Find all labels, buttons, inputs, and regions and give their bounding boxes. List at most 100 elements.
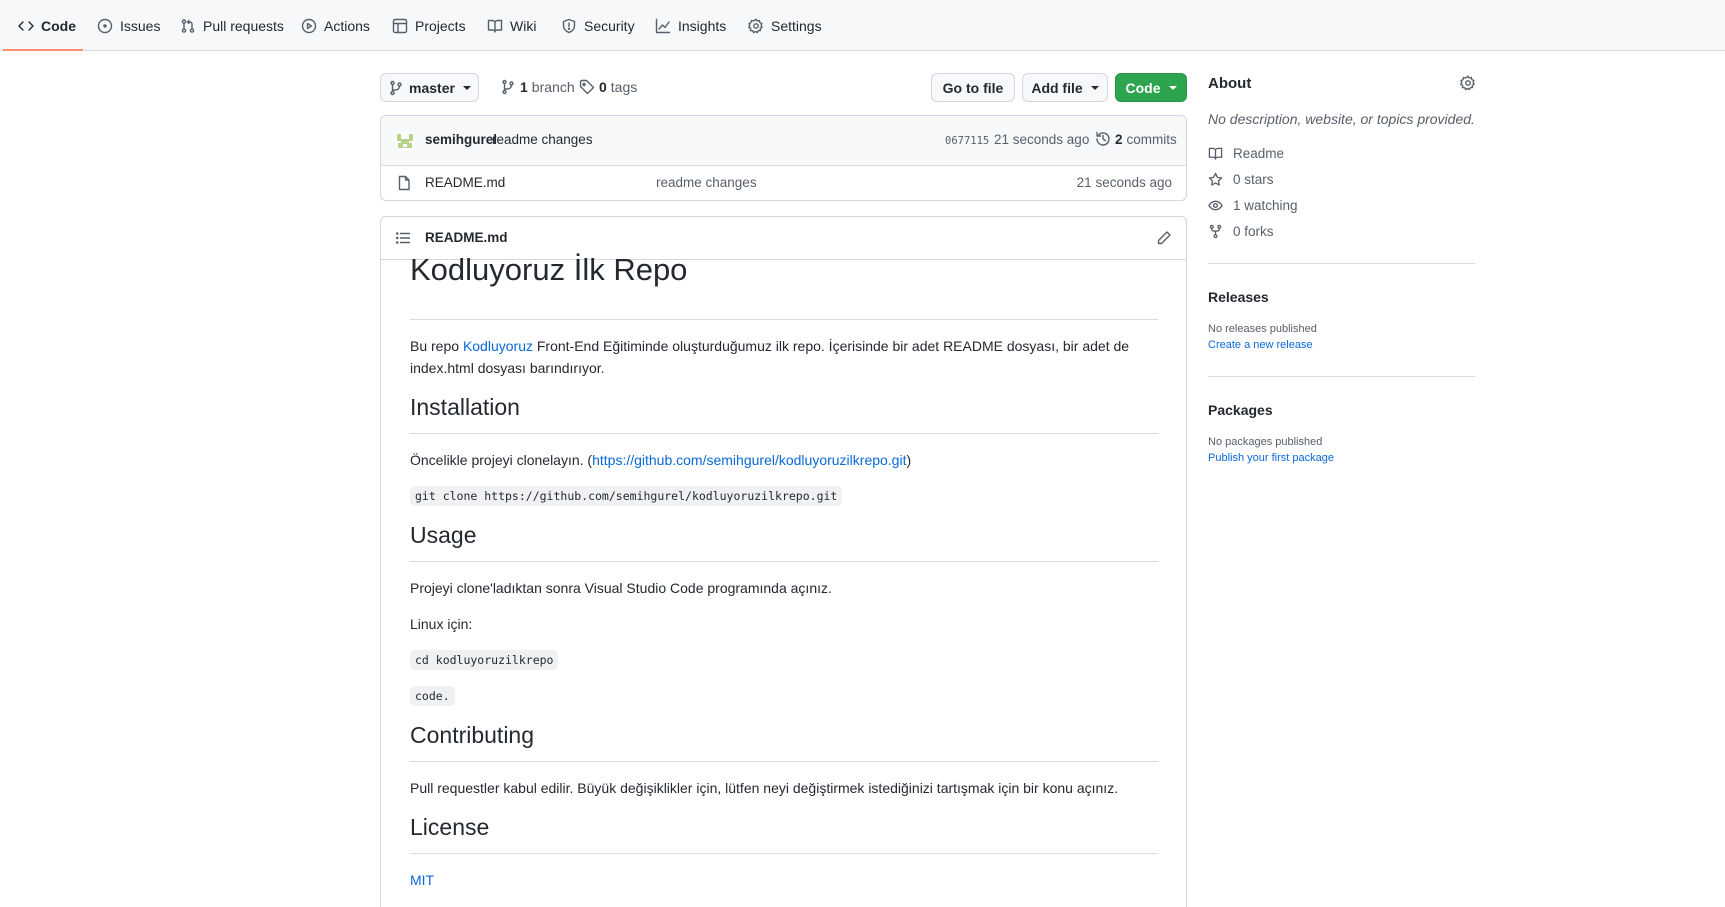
stars-link[interactable]: 0 stars bbox=[1208, 172, 1274, 187]
usage-linux-text: Linux için: bbox=[410, 616, 473, 632]
git-branch-icon bbox=[502, 79, 514, 95]
installation-text-before: Öncelikle projeyi clonelayın. ( bbox=[410, 452, 593, 468]
tab-code[interactable]: Code bbox=[10, 0, 84, 51]
file-commit-message[interactable]: readme changes bbox=[656, 175, 757, 190]
watchers-link[interactable]: 1 watching bbox=[1208, 198, 1298, 213]
tab-pull-requests[interactable]: Pull requests bbox=[172, 0, 292, 51]
forks-label: 0 forks bbox=[1233, 224, 1274, 239]
installation-text: Öncelikle projeyi clonelayın. (https://g… bbox=[410, 449, 1158, 471]
no-releases-text: No releases published bbox=[1208, 323, 1317, 335]
file-navigation-box: semihgurel readme changes 0677115 21 sec… bbox=[380, 115, 1187, 201]
identicon-icon bbox=[395, 131, 415, 151]
go-to-file-label: Go to file bbox=[942, 79, 1004, 96]
file-time: 21 seconds ago bbox=[1076, 175, 1172, 190]
file-name[interactable]: README.md bbox=[425, 175, 505, 190]
graph-icon bbox=[655, 18, 671, 33]
kodluyoruz-link[interactable]: Kodluyoruz bbox=[463, 338, 533, 354]
tab-actions[interactable]: Actions bbox=[293, 0, 378, 51]
tab-projects[interactable]: Projects bbox=[384, 0, 474, 51]
packages-heading[interactable]: Packages bbox=[1208, 402, 1273, 418]
git-branch-icon bbox=[390, 80, 402, 95]
eye-icon bbox=[1208, 200, 1223, 211]
commit-sha[interactable]: 0677115 bbox=[945, 135, 989, 147]
file-icon bbox=[398, 175, 410, 191]
book-icon bbox=[487, 19, 503, 33]
intro-text: Front-End Eğitiminde oluşturduğumuz ilk … bbox=[532, 338, 1130, 354]
license-link[interactable]: MIT bbox=[410, 869, 1158, 891]
tab-label: Wiki bbox=[510, 17, 537, 34]
contributing-heading: Contributing bbox=[410, 722, 535, 748]
commits-link[interactable]: 2 commits bbox=[1095, 131, 1177, 147]
usage-code-open: code. bbox=[410, 686, 455, 706]
commit-count: 2 bbox=[1115, 131, 1123, 147]
issue-opened-icon bbox=[97, 18, 113, 33]
caret-down-icon bbox=[462, 85, 471, 90]
readme-box: README.md Kodluyoruz İlk Repo Bu repo Ko… bbox=[380, 216, 1187, 907]
tab-label: Code bbox=[41, 17, 76, 34]
intro-text: index.html dosyası barındırıyor. bbox=[410, 360, 605, 376]
usage-code-cd: cd kodluyoruzilkrepo bbox=[410, 650, 559, 670]
history-icon bbox=[1096, 131, 1110, 146]
usage-heading: Usage bbox=[410, 522, 477, 548]
branches-link[interactable]: 1 branch bbox=[500, 79, 575, 95]
intro-text: Bu repo bbox=[410, 338, 463, 354]
readme-link-label: Readme bbox=[1233, 146, 1285, 161]
branch-select-button[interactable]: master bbox=[380, 73, 479, 102]
forks-link[interactable]: 0 forks bbox=[1208, 224, 1274, 239]
tab-wiki[interactable]: Wiki bbox=[479, 0, 544, 51]
avatar[interactable] bbox=[395, 131, 415, 151]
sidebar-divider bbox=[1208, 376, 1475, 377]
installation-code: git clone https://github.com/semihgurel/… bbox=[410, 486, 843, 506]
add-file-label: Add file bbox=[1031, 79, 1083, 96]
shield-icon bbox=[562, 18, 576, 33]
list-unordered-icon[interactable] bbox=[395, 230, 411, 246]
star-icon bbox=[1208, 172, 1223, 186]
tab-settings[interactable]: Settings bbox=[740, 0, 830, 51]
about-heading: About bbox=[1208, 75, 1252, 92]
repo-nav: Code Issues Pull requests Actions Projec… bbox=[0, 0, 1725, 51]
readme-filename[interactable]: README.md bbox=[425, 230, 508, 245]
code-button[interactable]: Code bbox=[1115, 73, 1187, 102]
heading-divider bbox=[410, 853, 1158, 854]
gear-icon[interactable] bbox=[1460, 75, 1476, 91]
tab-issues[interactable]: Issues bbox=[89, 0, 168, 51]
usage-text: Projeyi clone'ladıktan sonra Visual Stud… bbox=[410, 580, 832, 596]
code-icon bbox=[18, 20, 34, 31]
installation-heading: Installation bbox=[410, 394, 520, 420]
tag-label: tags bbox=[610, 79, 638, 95]
tab-label: Security bbox=[584, 17, 635, 34]
create-release-link[interactable]: Create a new release bbox=[1208, 339, 1313, 351]
tab-insights[interactable]: Insights bbox=[647, 0, 734, 51]
repo-url-link[interactable]: https://github.com/semihgurel/kodluyoruz… bbox=[592, 452, 906, 468]
git-pull-request-icon bbox=[181, 18, 195, 33]
heading-divider bbox=[410, 319, 1158, 320]
commit-label: commits bbox=[1126, 131, 1177, 147]
commit-message[interactable]: readme changes bbox=[492, 132, 593, 147]
watching-label: 1 watching bbox=[1233, 198, 1298, 213]
tab-security[interactable]: Security bbox=[553, 0, 643, 51]
book-icon bbox=[1208, 147, 1223, 160]
branch-count: 1 bbox=[520, 79, 528, 95]
tab-label: Issues bbox=[120, 17, 161, 34]
releases-heading[interactable]: Releases bbox=[1208, 289, 1269, 305]
commit-author[interactable]: semihgurel bbox=[425, 132, 497, 147]
repo-forked-icon bbox=[1209, 224, 1222, 239]
about-description: No description, website, or topics provi… bbox=[1208, 111, 1475, 127]
table-icon bbox=[392, 18, 408, 33]
readme-link[interactable]: Readme bbox=[1208, 146, 1284, 161]
latest-commit-bar: semihgurel readme changes 0677115 21 sec… bbox=[381, 116, 1186, 166]
caret-down-icon bbox=[1090, 85, 1099, 90]
tags-link[interactable]: 0 tags bbox=[579, 79, 637, 95]
play-icon bbox=[301, 18, 317, 33]
installation-text-after: ) bbox=[906, 452, 912, 468]
table-row[interactable]: README.md readme changes 21 seconds ago bbox=[381, 166, 1186, 200]
readme-intro: Bu repo Kodluyoruz Front-End Eğitiminde … bbox=[410, 335, 1158, 379]
go-to-file-button[interactable]: Go to file bbox=[931, 73, 1015, 102]
publish-package-link[interactable]: Publish your first package bbox=[1208, 452, 1334, 464]
code-button-label: Code bbox=[1125, 79, 1161, 96]
caret-down-icon bbox=[1168, 85, 1177, 90]
commit-time: 21 seconds ago bbox=[994, 132, 1090, 147]
pencil-icon[interactable] bbox=[1156, 230, 1172, 246]
add-file-button[interactable]: Add file bbox=[1022, 73, 1108, 102]
gear-icon bbox=[748, 18, 763, 33]
